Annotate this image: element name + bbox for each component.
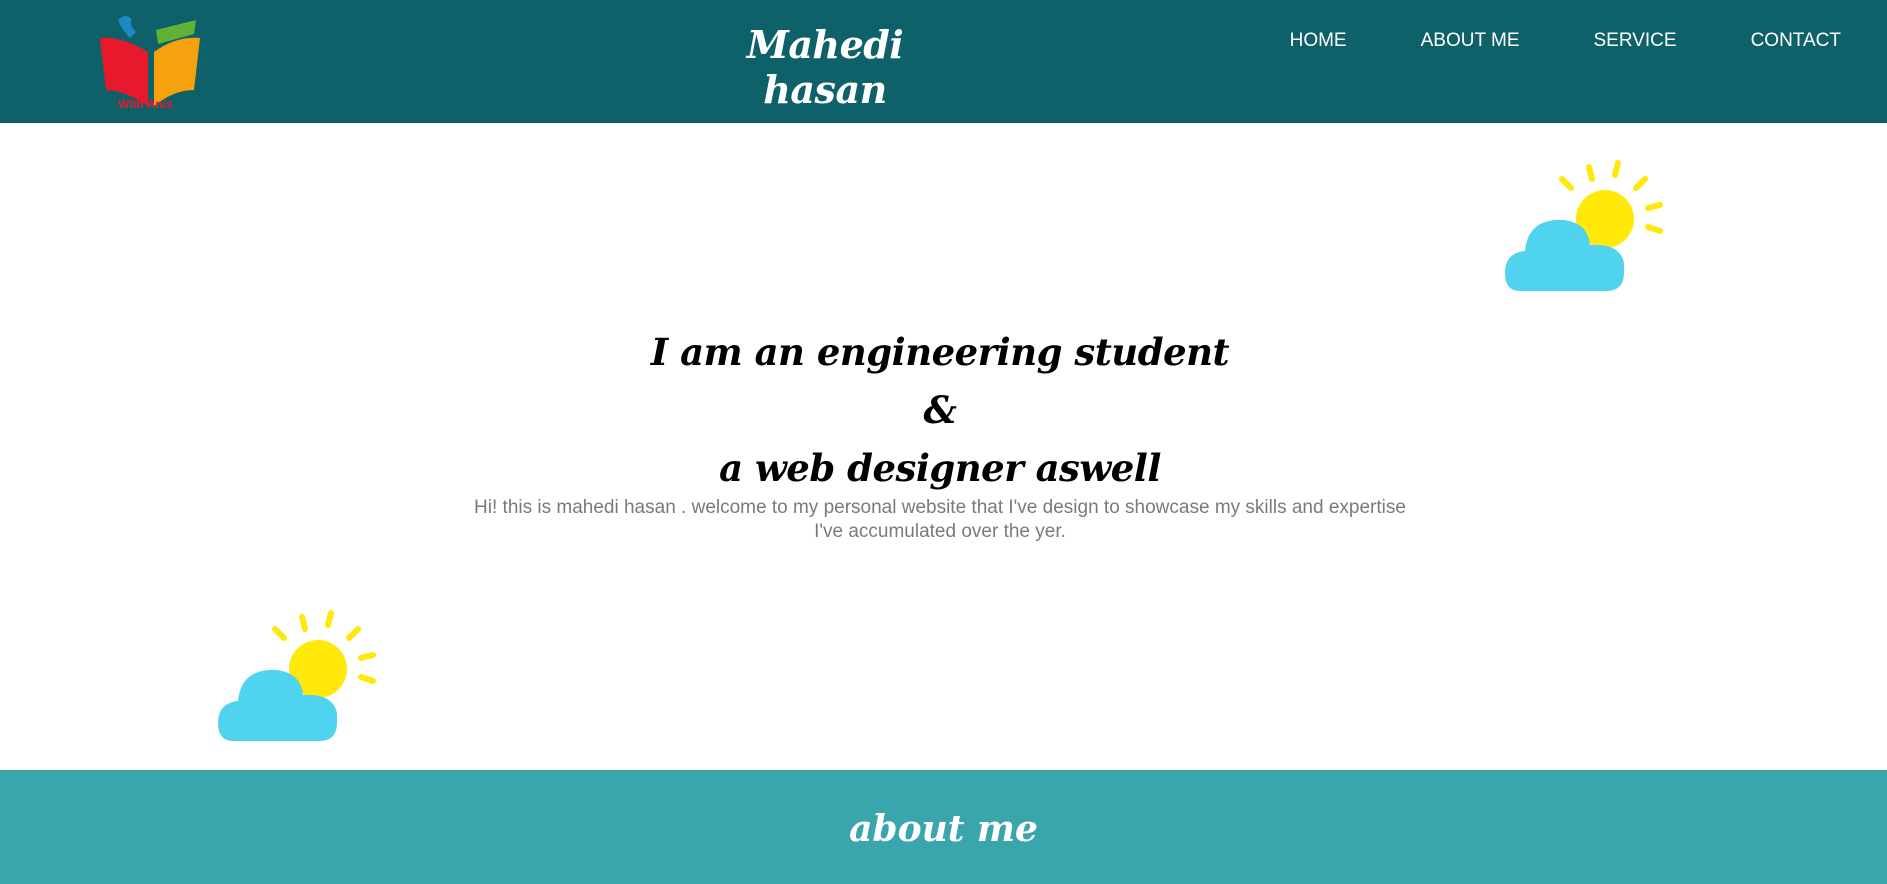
nav-about-me[interactable]: ABOUT ME <box>1421 30 1520 52</box>
nav-home[interactable]: HOME <box>1290 30 1347 52</box>
intro-paragraph: Hi! this is mahedi hasan . welcome to my… <box>474 497 1406 542</box>
about-section: about me <box>0 770 1887 884</box>
book-logo-icon[interactable]: With Anis <box>96 10 206 110</box>
nav-contact[interactable]: CONTACT <box>1751 30 1841 52</box>
nav-service[interactable]: SERVICE <box>1594 30 1677 52</box>
logo-text: With Anis <box>118 97 173 110</box>
about-title: about me <box>849 808 1038 850</box>
hero-headline: I am an engineering student & a web desi… <box>540 323 1340 497</box>
sun-cloud-icon <box>218 610 376 741</box>
headline-line: & <box>923 388 957 432</box>
site-title: Mahedi hasan <box>746 22 904 112</box>
sun-cloud-icon <box>1505 160 1663 291</box>
hero-section: I am an engineering student & a web desi… <box>0 123 1887 770</box>
headline-line: a web designer aswell <box>719 446 1161 490</box>
site-header: With Anis Mahedi hasan HOME ABOUT ME SER… <box>0 0 1887 123</box>
main-nav: HOME ABOUT ME SERVICE CONTACT <box>1216 30 1841 52</box>
headline-line: I am an engineering student <box>650 330 1230 374</box>
